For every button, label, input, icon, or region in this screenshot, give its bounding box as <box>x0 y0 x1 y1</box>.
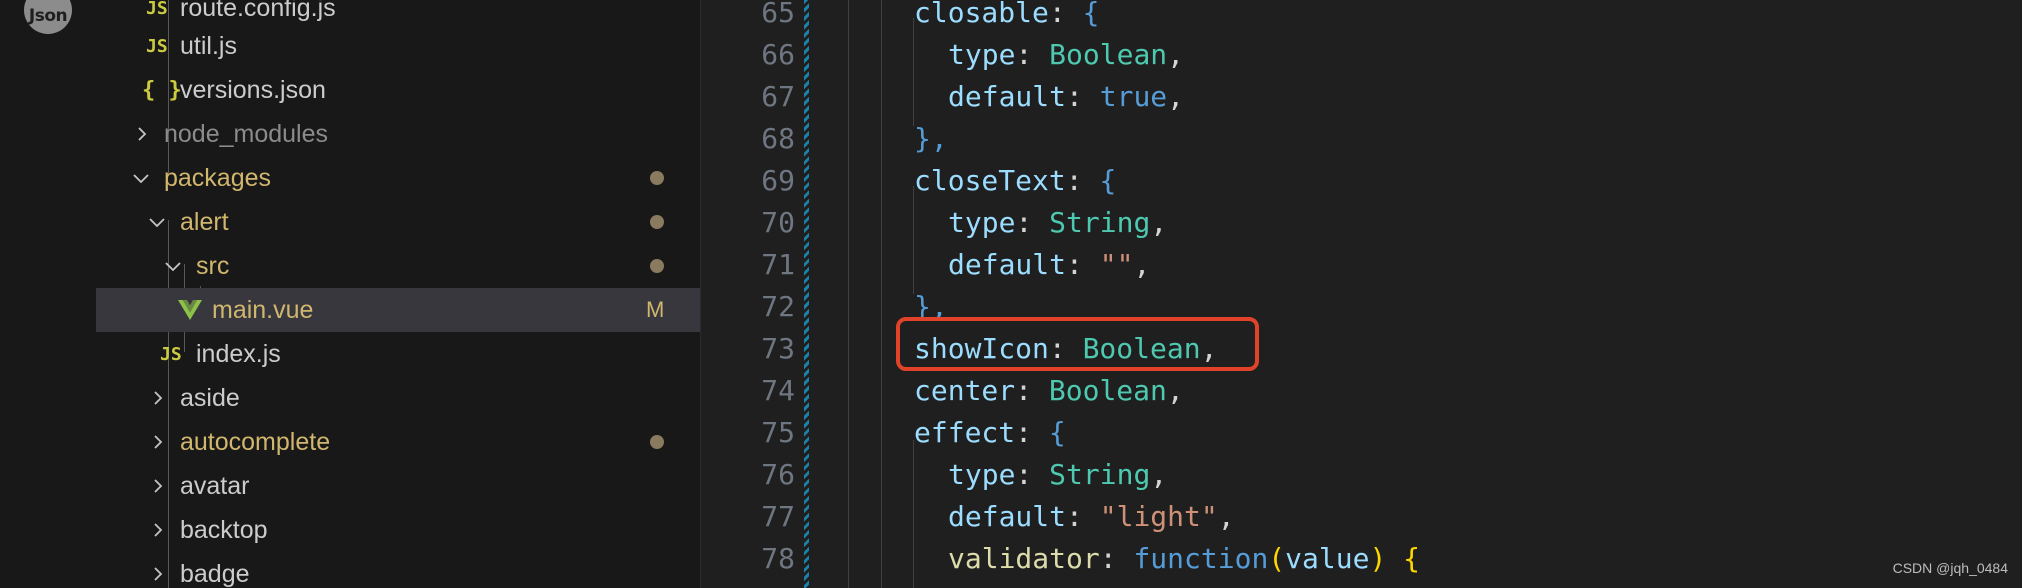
tree-folder-packages[interactable]: packages <box>96 156 700 200</box>
modified-dot <box>650 171 664 185</box>
tree-folder-badge[interactable]: badge <box>96 552 700 588</box>
account-avatar[interactable]: Json <box>24 0 72 34</box>
indent-guide <box>848 0 849 588</box>
line-number: 73 <box>761 332 795 365</box>
code-line-75: effect: { <box>914 416 1066 449</box>
line-number: 66 <box>761 38 795 71</box>
tree-folder-backtop[interactable]: backtop <box>96 508 700 552</box>
modified-badge: M <box>646 297 665 322</box>
tree-item-versions-json[interactable]: { } versions.json <box>96 68 700 112</box>
tree-item-label: aside <box>180 383 240 412</box>
tree-item-label: index.js <box>196 339 281 368</box>
tree-item-label: node_modules <box>164 119 329 148</box>
indent-guide <box>913 186 914 294</box>
tree-folder-alert[interactable]: alert <box>96 200 700 244</box>
chevron-right-icon <box>150 434 166 450</box>
tree-folder-autocomplete[interactable]: autocomplete <box>96 420 700 464</box>
code-line-67: default: true, <box>948 80 1185 113</box>
indent-guide <box>913 440 914 588</box>
chevron-down-icon <box>164 258 181 274</box>
chevron-right-icon <box>150 390 166 406</box>
activity-bar: Json <box>0 0 97 588</box>
tree-item-label: packages <box>164 163 272 192</box>
tree-folder-aside[interactable]: aside <box>96 376 700 420</box>
modified-dot <box>650 435 664 449</box>
chevron-right-icon <box>134 126 150 142</box>
line-number: 68 <box>761 122 795 155</box>
line-number: 70 <box>761 206 795 239</box>
tree-item-label: main.vue <box>212 295 314 324</box>
tree-folder-avatar[interactable]: avatar <box>96 464 700 508</box>
line-number: 78 <box>761 542 795 575</box>
watermark: CSDN @jqh_0484 <box>1892 560 2008 576</box>
explorer-sidebar: JS route.config.js JS util.js { } versio… <box>96 0 701 588</box>
code-line-77: default: "light", <box>948 500 1235 533</box>
code-line-70: type: String, <box>948 206 1168 239</box>
code-line-71: default: "", <box>948 248 1151 281</box>
line-number: 65 <box>761 0 795 29</box>
indent-guide <box>913 18 914 126</box>
code-line-65: closable: { <box>914 0 1100 29</box>
line-number: 67 <box>761 80 795 113</box>
tree-item-index-js[interactable]: JS index.js <box>96 332 700 376</box>
chevron-right-icon <box>150 566 166 582</box>
indent-guide <box>881 0 882 588</box>
chevron-right-icon <box>150 522 166 538</box>
vue-file-icon <box>178 300 202 320</box>
tree-item-label: badge <box>180 559 250 588</box>
chevron-down-icon <box>132 170 149 186</box>
line-number: 71 <box>761 248 795 281</box>
js-file-icon: JS <box>146 35 168 57</box>
line-number: 77 <box>761 500 795 533</box>
modified-dot <box>650 259 664 273</box>
line-number: 72 <box>761 290 795 323</box>
tree-item-label: versions.json <box>180 75 326 104</box>
tree-item-util-js[interactable]: JS util.js <box>96 24 700 68</box>
tree-item-label: backtop <box>180 515 268 544</box>
tree-folder-node-modules[interactable]: node_modules <box>96 112 700 156</box>
json-file-icon: { } <box>142 77 182 103</box>
code-line-69: closeText: { <box>914 164 1117 197</box>
chevron-down-icon <box>148 214 165 230</box>
code-editor[interactable]: 65 66 67 68 69 70 71 72 73 74 75 76 77 7… <box>701 0 2022 588</box>
code-line-74: center: Boolean, <box>914 374 1184 407</box>
line-number: 74 <box>761 374 795 407</box>
tree-item-label: src <box>196 251 230 280</box>
line-number: 69 <box>761 164 795 197</box>
line-number: 75 <box>761 416 795 449</box>
js-file-icon: JS <box>146 0 168 19</box>
code-line-76: type: String, <box>948 458 1168 491</box>
tree-item-main-vue[interactable]: main.vue M <box>96 288 700 332</box>
tree-item-label: autocomplete <box>180 427 331 456</box>
line-number: 76 <box>761 458 795 491</box>
git-change-bar <box>804 0 809 588</box>
chevron-right-icon <box>150 478 166 494</box>
tree-folder-src[interactable]: src <box>96 244 700 288</box>
code-line-68: }, <box>914 122 948 155</box>
modified-dot <box>650 215 664 229</box>
tree-item-label: route.config.js <box>180 0 336 22</box>
code-line-66: type: Boolean, <box>948 38 1185 71</box>
tree-item-label: alert <box>180 207 229 236</box>
js-file-icon: JS <box>160 343 182 365</box>
highlight-annotation-box <box>896 317 1259 371</box>
tree-item-label: util.js <box>180 31 237 60</box>
code-line-78: validator: function(value) { <box>948 542 1421 575</box>
tree-item-label: avatar <box>180 471 250 500</box>
